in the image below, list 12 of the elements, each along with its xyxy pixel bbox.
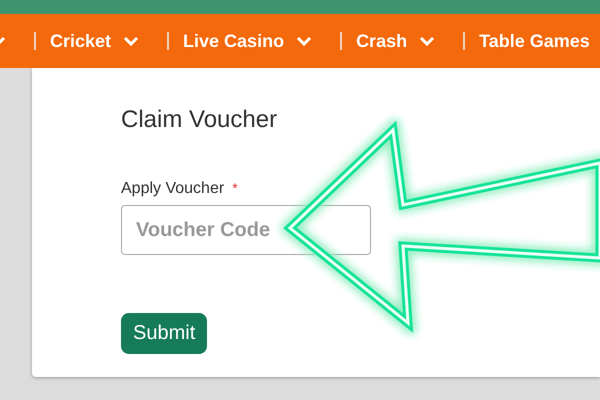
chevron-down-icon (296, 36, 312, 46)
required-mark: * (232, 180, 238, 198)
nav-menu-item[interactable]: Crash (356, 30, 450, 52)
voucher-input-field[interactable]: Voucher Code (121, 205, 371, 255)
card-title: Claim Voucher (121, 106, 278, 134)
nav-menu-item[interactable]: Table Games (479, 30, 600, 52)
submit-button[interactable]: Submit (121, 313, 208, 354)
nav-menu-item[interactable]: Live Casino (183, 30, 326, 52)
chevron-down-icon (419, 36, 436, 46)
field-label: Apply Voucher (121, 180, 224, 198)
chevron-down-icon (123, 36, 140, 46)
nav-menu-item[interactable]: Cricket (50, 30, 154, 52)
